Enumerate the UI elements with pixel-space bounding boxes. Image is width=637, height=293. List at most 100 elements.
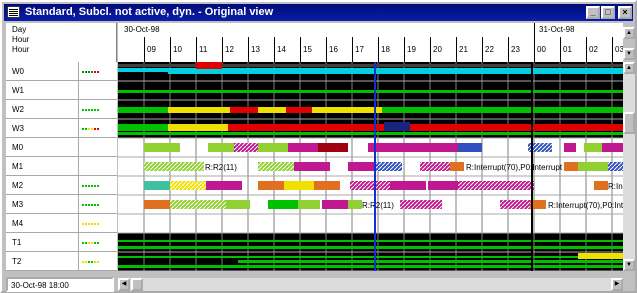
gantt-bar[interactable]	[500, 200, 530, 209]
gantt-bar[interactable]	[258, 181, 284, 190]
status-icon	[82, 67, 100, 75]
gantt-bar[interactable]	[384, 122, 410, 131]
gantt-bar[interactable]	[294, 162, 330, 171]
scroll-up-button[interactable]: ▲	[623, 62, 635, 74]
vertical-scroll-thumb[interactable]	[623, 112, 635, 134]
row-label-w2[interactable]: W2	[6, 100, 117, 119]
gantt-bar[interactable]	[410, 124, 623, 131]
gantt-bar[interactable]	[144, 143, 180, 152]
row-label-w0[interactable]: W0	[6, 62, 117, 81]
gantt-bar[interactable]	[268, 200, 298, 209]
hour-tick	[274, 37, 275, 62]
gantt-bar[interactable]	[168, 72, 623, 74]
row-label-w3[interactable]: W3	[6, 119, 117, 138]
gantt-bar[interactable]	[584, 143, 602, 152]
close-button[interactable]: ×	[618, 6, 632, 19]
horizontal-scrollbar[interactable]: ◀ ▶	[118, 278, 623, 291]
gantt-bar[interactable]	[230, 107, 258, 113]
gantt-bar[interactable]	[258, 162, 294, 171]
scroll-up-icon[interactable]: ▲	[623, 27, 635, 39]
gantt-bar[interactable]	[564, 143, 576, 152]
minimize-button[interactable]: _	[586, 6, 600, 19]
gantt-bar[interactable]	[118, 265, 623, 268]
gantt-bar[interactable]	[458, 143, 482, 152]
gantt-bar[interactable]	[350, 181, 390, 190]
gantt-bar[interactable]	[226, 200, 250, 209]
gantt-bar[interactable]	[578, 253, 623, 259]
scroll-left-button[interactable]: ◀	[118, 278, 130, 291]
gantt-bar[interactable]	[118, 107, 168, 113]
gantt-bar[interactable]	[118, 132, 623, 135]
gantt-bar[interactable]	[428, 181, 458, 190]
gantt-bar[interactable]	[312, 107, 382, 113]
gantt-bar[interactable]	[288, 143, 318, 152]
row-background[interactable]	[118, 233, 623, 252]
gantt-bar[interactable]	[208, 143, 234, 152]
gantt-bar[interactable]	[196, 62, 222, 69]
scroll-down-icon[interactable]: ▼	[623, 48, 635, 60]
row-label-m2[interactable]: M2	[6, 176, 117, 195]
gantt-bar[interactable]	[206, 200, 226, 209]
gantt-bar[interactable]	[420, 162, 450, 171]
gantt-bar[interactable]	[450, 162, 464, 171]
gantt-bar[interactable]	[314, 181, 340, 190]
scroll-right-button[interactable]: ▶	[611, 278, 623, 291]
gantt-bar[interactable]	[348, 162, 374, 171]
hour-label: 13	[251, 45, 260, 54]
gantt-bar[interactable]	[298, 200, 320, 209]
gantt-bar[interactable]	[118, 256, 623, 258]
row-label-m0[interactable]: M0	[6, 138, 117, 157]
gantt-bar[interactable]	[286, 107, 312, 113]
gantt-bar[interactable]	[234, 143, 258, 152]
gantt-bar[interactable]	[382, 107, 623, 113]
gantt-bar[interactable]	[118, 68, 623, 72]
gantt-bar[interactable]	[144, 181, 170, 190]
gantt-bar[interactable]	[238, 260, 623, 263]
row-label-m1[interactable]: M1	[6, 157, 117, 176]
gantt-bar[interactable]	[578, 162, 608, 171]
gantt-bar[interactable]	[118, 64, 623, 67]
gantt-bar[interactable]	[228, 124, 384, 131]
horizontal-scroll-thumb[interactable]	[131, 278, 143, 291]
gantt-chart[interactable]: R:R2(11) R:Interrupt(70),P0:Interrupt R:In…	[118, 62, 623, 271]
gantt-bar[interactable]	[144, 200, 170, 209]
title-bar[interactable]: Standard, Subcl. not active, dyn. - Orig…	[4, 4, 633, 21]
row-label-t2[interactable]: T2	[6, 252, 117, 271]
gantt-bar[interactable]	[564, 162, 578, 171]
gantt-bar[interactable]	[348, 200, 362, 209]
row-label-m4[interactable]: M4	[6, 214, 117, 233]
gantt-bar[interactable]	[400, 200, 442, 209]
row-label-m3[interactable]: M3	[6, 195, 117, 214]
gantt-bar[interactable]	[118, 90, 623, 93]
row-label-t1[interactable]: T1	[6, 233, 117, 252]
gantt-bar[interactable]	[168, 124, 228, 131]
gantt-bar[interactable]	[168, 107, 230, 113]
application-window: Standard, Subcl. not active, dyn. - Orig…	[0, 0, 637, 293]
gantt-bar[interactable]	[170, 200, 206, 209]
gantt-bar[interactable]	[118, 240, 623, 242]
scroll-down-button[interactable]: ▼	[623, 259, 635, 271]
gantt-bar[interactable]	[322, 200, 348, 209]
gantt-bar[interactable]	[284, 181, 314, 190]
gantt-bar[interactable]	[374, 162, 402, 171]
gantt-bar[interactable]	[608, 162, 623, 171]
gantt-bar[interactable]	[258, 107, 286, 113]
gantt-bar[interactable]	[144, 162, 204, 171]
gantt-bar[interactable]	[206, 181, 242, 190]
vertical-scrollbar[interactable]: ▲ ▼	[623, 62, 635, 271]
gantt-bar[interactable]	[602, 143, 623, 152]
maximize-button[interactable]: □	[601, 6, 615, 19]
system-menu-icon[interactable]	[7, 6, 20, 18]
gantt-bar[interactable]	[594, 181, 608, 190]
gantt-bar[interactable]	[390, 181, 426, 190]
gantt-bar[interactable]	[368, 143, 458, 152]
gantt-bar[interactable]	[458, 181, 514, 190]
gantt-bar[interactable]	[118, 246, 623, 249]
gantt-bar[interactable]	[170, 181, 206, 190]
gantt-bar[interactable]	[318, 143, 348, 152]
gantt-bar[interactable]	[258, 143, 288, 152]
gantt-bar[interactable]	[118, 124, 168, 131]
row-label-w1[interactable]: W1	[6, 81, 117, 100]
current-date-field[interactable]: 30-Oct-98 18:00	[6, 277, 114, 292]
time-scale[interactable]: 30-Oct-98 31-Oct-98 09 10 11 12 13 14 15 16 17 18…	[118, 23, 623, 62]
